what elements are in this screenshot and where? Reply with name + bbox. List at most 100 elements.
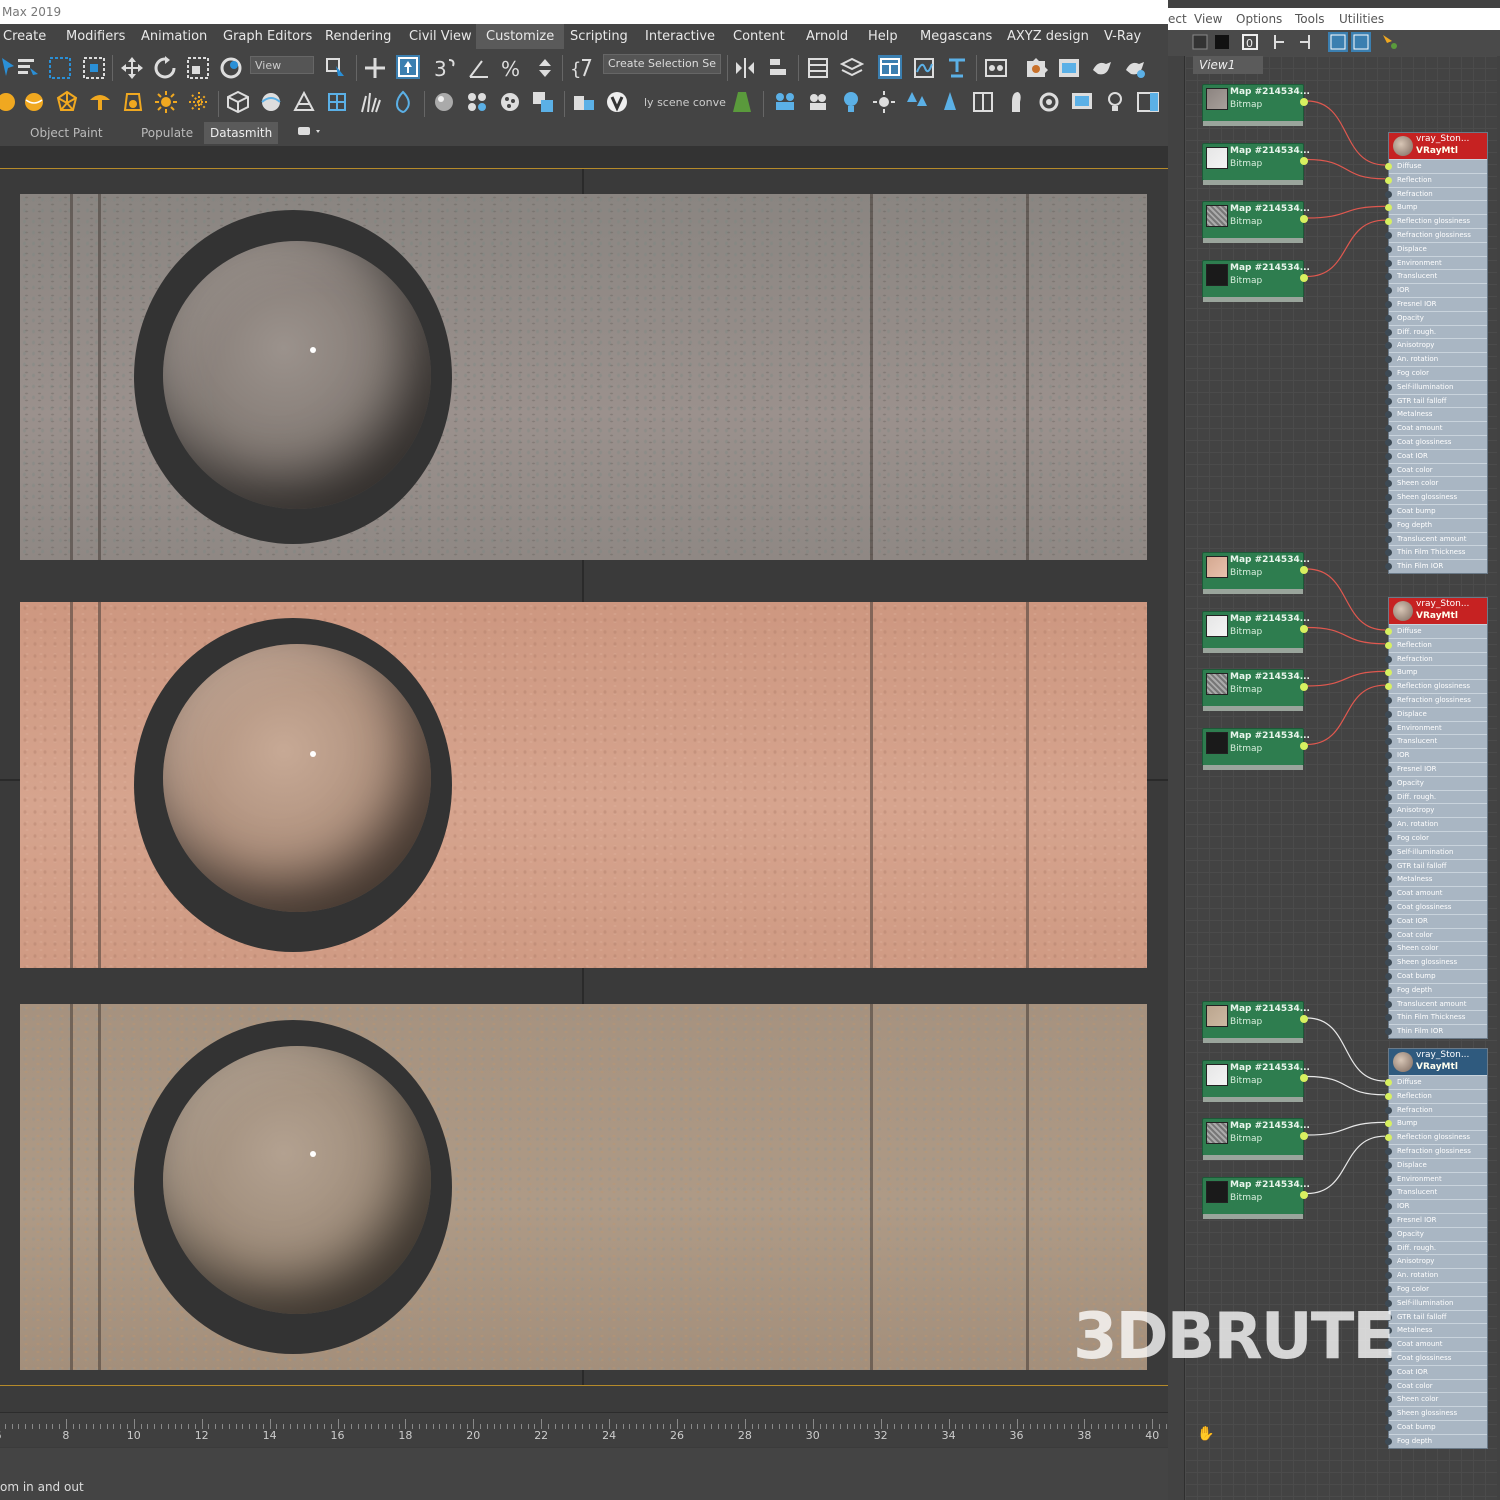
menu-megascans[interactable]: Megascans bbox=[920, 24, 992, 49]
output-socket[interactable] bbox=[1300, 1190, 1308, 1199]
vray-sphere-icon[interactable] bbox=[22, 90, 46, 114]
curve-editor-icon[interactable] bbox=[912, 56, 936, 80]
material-override-icon[interactable] bbox=[531, 90, 555, 114]
material-slot[interactable]: Metalness bbox=[1385, 1323, 1487, 1338]
align-icon[interactable] bbox=[767, 56, 791, 80]
material-slot[interactable]: Refraction glossiness bbox=[1385, 1143, 1487, 1158]
angle-snap-icon[interactable] bbox=[467, 56, 491, 80]
material-slot[interactable]: Anisotropy bbox=[1385, 803, 1487, 818]
menu-axyz-design[interactable]: AXYZ design bbox=[1007, 24, 1089, 49]
menu-modifiers[interactable]: Modifiers bbox=[66, 24, 125, 49]
material-slot[interactable]: Thin Film IOR bbox=[1385, 559, 1487, 573]
bitmap-node[interactable]: Map #214534... Bitmap bbox=[1202, 142, 1310, 185]
pan-hand-icon[interactable]: ✋ bbox=[1197, 1426, 1215, 1444]
slate-params-toggle-icon[interactable] bbox=[1351, 32, 1371, 52]
menu-civil-view[interactable]: Civil View bbox=[409, 24, 472, 49]
tab-populate[interactable]: Populate bbox=[141, 120, 193, 146]
railclone-tree-icon[interactable] bbox=[938, 90, 962, 114]
material-slot[interactable]: Self-illumination bbox=[1385, 379, 1487, 394]
material-slot[interactable]: Bump bbox=[1385, 200, 1487, 215]
keyboard-shortcut-toggle-icon[interactable] bbox=[396, 55, 420, 79]
material-slot[interactable]: Translucent amount bbox=[1385, 996, 1487, 1011]
material-slot[interactable]: Diffuse bbox=[1385, 1075, 1487, 1089]
material-slot[interactable]: Coat IOR bbox=[1385, 448, 1487, 463]
vraymtl-node-header[interactable]: vray_Ston... VRayMtl bbox=[1389, 598, 1487, 624]
move-icon[interactable] bbox=[120, 56, 144, 80]
slate-assign-icon[interactable]: 0 bbox=[1240, 32, 1260, 52]
material-slot[interactable]: Reflection glossiness bbox=[1385, 679, 1487, 693]
bitmap-node[interactable]: Map #214534... Bitmap bbox=[1202, 727, 1310, 770]
material-slot[interactable]: Translucent bbox=[1385, 734, 1487, 749]
menu-rendering[interactable]: Rendering bbox=[325, 24, 391, 49]
vray-fur-icon[interactable] bbox=[259, 90, 283, 114]
slate-menu-options[interactable]: Options bbox=[1236, 8, 1282, 30]
material-slot[interactable]: Self-illumination bbox=[1385, 844, 1487, 859]
rendered-frame-window-icon[interactable] bbox=[1057, 56, 1081, 80]
material-slot[interactable]: GTR tail falloff bbox=[1385, 393, 1487, 408]
material-slot[interactable]: Anisotropy bbox=[1385, 338, 1487, 353]
bitmap-node[interactable]: Map #214534... Bitmap bbox=[1202, 84, 1310, 126]
vraymtl-node-header[interactable]: vray_Ston... VRayMtl bbox=[1389, 133, 1487, 159]
panel-toggle-icon[interactable] bbox=[1136, 90, 1160, 114]
edit-named-selection-icon[interactable]: { bbox=[570, 56, 594, 80]
material-slot[interactable]: Refraction glossiness bbox=[1385, 227, 1487, 242]
material-slot[interactable]: Self-illumination bbox=[1385, 1295, 1487, 1310]
output-socket[interactable] bbox=[1300, 624, 1308, 633]
material-slot[interactable]: Sheen glossiness bbox=[1385, 490, 1487, 504]
output-socket[interactable] bbox=[1300, 98, 1308, 106]
populate-people-icon[interactable] bbox=[773, 90, 797, 114]
material-slot[interactable]: Coat color bbox=[1385, 1378, 1487, 1393]
vraymtl-node-header[interactable]: vray_Ston... VRayMtl bbox=[1389, 1049, 1487, 1075]
vray-logo-icon[interactable] bbox=[605, 90, 629, 114]
material-slot[interactable]: Refraction bbox=[1385, 1102, 1487, 1117]
ambient-light-icon[interactable] bbox=[187, 90, 211, 114]
toggle-scene-explorer-icon[interactable] bbox=[806, 56, 830, 80]
timeline-ruler[interactable]: 6 8 10 12 14 16 18 20 22 24 26 28 30 32 34 36 38 40 bbox=[0, 1412, 1215, 1447]
material-slot[interactable]: Reflection glossiness bbox=[1385, 214, 1487, 228]
material-slot[interactable]: Thin Film Thickness bbox=[1385, 545, 1487, 560]
material-slot[interactable]: GTR tail falloff bbox=[1385, 858, 1487, 873]
render-setup-icon[interactable] bbox=[1024, 56, 1048, 80]
material-slot[interactable]: Opacity bbox=[1385, 775, 1487, 790]
schematic-view-icon[interactable] bbox=[945, 56, 969, 80]
tab-datasmith[interactable]: Datasmith bbox=[204, 122, 279, 144]
material-browser-icon[interactable] bbox=[498, 90, 522, 114]
bitmap-node[interactable]: Map #214534... Bitmap bbox=[1202, 1059, 1310, 1102]
slate-layout-icon[interactable] bbox=[1270, 32, 1290, 52]
toggle-ribbon-icon[interactable] bbox=[878, 55, 902, 79]
material-slot[interactable]: Fresnel IOR bbox=[1385, 761, 1487, 776]
render-production-icon[interactable] bbox=[1090, 56, 1114, 80]
bitmap-node[interactable]: Map #214534... Bitmap bbox=[1202, 201, 1310, 243]
material-slot[interactable]: Diff. rough. bbox=[1385, 789, 1487, 804]
output-socket[interactable] bbox=[1300, 1015, 1308, 1023]
scene-converter-label[interactable]: ly scene conve bbox=[644, 96, 726, 109]
menu-help[interactable]: Help bbox=[868, 24, 898, 49]
slate-select-by-material-icon[interactable] bbox=[1380, 32, 1400, 52]
material-slot[interactable]: An. rotation bbox=[1385, 817, 1487, 831]
material-slot[interactable]: Coat glossiness bbox=[1385, 434, 1487, 449]
bitmap-node[interactable]: Map #214534... Bitmap bbox=[1202, 1118, 1310, 1160]
material-slot[interactable]: Environment bbox=[1385, 1171, 1487, 1186]
material-slot[interactable]: Reflection bbox=[1385, 172, 1487, 187]
material-slot[interactable]: IOR bbox=[1385, 1199, 1487, 1213]
material-slot[interactable]: Fresnel IOR bbox=[1385, 296, 1487, 311]
material-slot[interactable]: Refraction glossiness bbox=[1385, 692, 1487, 707]
mushroom-light-icon[interactable] bbox=[88, 90, 112, 114]
output-socket[interactable] bbox=[1300, 741, 1308, 750]
toggle-layer-explorer-icon[interactable] bbox=[840, 56, 864, 80]
reference-coordinate-dropdown[interactable]: View bbox=[250, 56, 314, 74]
menu-scripting[interactable]: Scripting bbox=[570, 24, 628, 49]
material-slot[interactable]: Coat color bbox=[1385, 462, 1487, 477]
bitmap-node[interactable]: Map #214534... Bitmap bbox=[1202, 1176, 1310, 1219]
material-slot[interactable]: Coat glossiness bbox=[1385, 899, 1487, 914]
slate-menu-utilities[interactable]: Utilities bbox=[1339, 8, 1384, 30]
percent-snap-icon[interactable]: % bbox=[500, 56, 524, 80]
output-socket[interactable] bbox=[1300, 215, 1308, 223]
menu-create[interactable]: Create bbox=[3, 24, 46, 49]
material-slot[interactable]: Reflection bbox=[1385, 637, 1487, 652]
tab-object-paint[interactable]: Object Paint bbox=[30, 120, 103, 146]
material-slot[interactable]: Bump bbox=[1385, 1116, 1487, 1131]
render-iterative-icon[interactable] bbox=[1123, 56, 1147, 80]
material-slot[interactable]: Sheen glossiness bbox=[1385, 955, 1487, 969]
bitmap-node[interactable]: Map #214534... Bitmap bbox=[1202, 669, 1310, 711]
